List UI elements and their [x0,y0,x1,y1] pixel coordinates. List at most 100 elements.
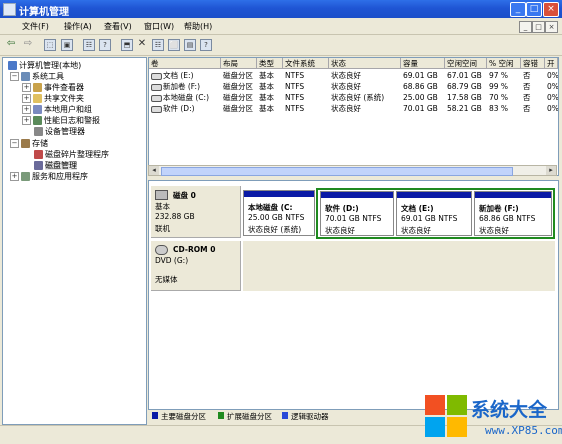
column-header-percent-free[interactable]: % 空闲 [487,58,521,69]
disk-name: 磁盘 0 [173,191,196,200]
open-icon[interactable]: ⬜ [168,39,180,51]
disk-size: 232.88 GB [155,212,195,221]
column-header-volume[interactable]: 卷 [149,58,221,69]
menu-help[interactable]: 帮助(H) [184,21,212,32]
disk-0-label[interactable]: 磁盘 0 基本 232.88 GB 联机 [151,186,241,238]
cell-filesystem: NTFS [285,71,305,80]
tree-item-performance-logs[interactable]: + 性能日志和警报 [22,115,100,125]
tree-item-event-viewer[interactable]: + 事件查看器 [22,82,84,92]
properties-icon[interactable]: ☷ [152,39,164,51]
close-button[interactable]: × [543,2,559,17]
back-arrow-icon[interactable]: ⇦ [5,38,17,50]
expand-icon[interactable]: + [22,105,31,114]
cdrom-0-label[interactable]: CD-ROM 0 DVD (G:) 无媒体 [151,241,241,291]
partition-d[interactable]: 软件 (D:) 70.01 GB NTFS 状态良好 [320,191,394,236]
tree-item-services-applications[interactable]: + 服务和应用程序 [10,171,88,181]
mdi-minimize-button[interactable]: _ [519,21,532,33]
cell-type: 基本 [259,93,274,102]
partition-name: 新加卷 (F:) [479,204,519,213]
forward-arrow-icon[interactable]: ⇨ [22,38,34,50]
partition-f[interactable]: 新加卷 (F:) 68.86 GB NTFS 状态良好 [474,191,552,236]
collapse-icon[interactable]: − [10,72,19,81]
window-title: 计算机管理 [19,7,69,18]
computer-icon [8,61,17,70]
cdrom-name: CD-ROM 0 [173,245,216,254]
logo-tile-red [425,395,445,415]
cell-type: 基本 [259,71,274,80]
column-header-status[interactable]: 状态 [329,58,401,69]
extended-partition-swatch [218,412,224,419]
expand-icon[interactable]: + [10,172,19,181]
tree-item-disk-management[interactable]: 磁盘管理 [32,160,77,170]
mdi-close-button[interactable]: × [545,21,558,33]
properties-icon[interactable]: ☷ [83,39,95,51]
tree-item-computer-management[interactable]: 计算机管理(本地) [6,60,81,70]
cell-status: 状态良好 [331,82,361,91]
mdi-restore-button[interactable]: □ [532,21,545,33]
partition-size: 25.00 GB NTFS [248,213,305,222]
device-manager-icon [34,127,43,136]
console-tree-icon[interactable]: ▣ [61,39,73,51]
cell-layout: 磁盘分区 [223,71,253,80]
column-header-layout[interactable]: 布局 [221,58,257,69]
collapse-icon[interactable]: − [10,139,19,148]
users-icon [33,105,42,114]
scroll-right-icon[interactable]: ▸ [546,166,556,175]
tree-item-local-users-groups[interactable]: + 本地用户和组 [22,104,92,114]
menu-view[interactable]: 查看(V) [104,21,132,32]
horizontal-scrollbar[interactable]: ◂ ▸ [148,165,557,176]
tree-item-device-manager[interactable]: 设备管理器 [32,126,85,136]
cell-layout: 磁盘分区 [223,93,253,102]
tree-item-shared-folders[interactable]: + 共享文件夹 [22,93,84,103]
cell-status: 状态良好 (系统) [331,93,385,102]
delete-icon[interactable]: ✕ [136,38,148,50]
up-folder-icon[interactable]: ⬚ [44,39,56,51]
partition-e[interactable]: 文档 (E:) 69.01 GB NTFS 状态良好 [396,191,472,236]
column-header-type[interactable]: 类型 [257,58,283,69]
export-icon[interactable]: ⬒ [121,39,133,51]
partition-state: 状态良好 (系统) [248,225,302,234]
column-header-overhead[interactable]: 开 [545,58,558,69]
tree-item-system-tools[interactable]: − 系统工具 [10,71,64,81]
partition-c[interactable]: 本地磁盘 (C: 25.00 GB NTFS 状态良好 (系统) [243,190,315,236]
partition-size: 68.86 GB NTFS [479,214,536,223]
partition-size: 70.01 GB NTFS [325,214,382,223]
cell-overhead: 0% [547,82,558,91]
menu-action[interactable]: 操作(A) [64,21,92,32]
help-icon[interactable]: ? [99,39,111,51]
column-header-fault-tolerance[interactable]: 容错 [521,58,545,69]
tree-item-storage[interactable]: − 存储 [10,138,48,148]
system-tools-icon [21,72,30,81]
tree-item-disk-defragmenter[interactable]: 磁盘碎片整理程序 [32,149,109,159]
minimize-button[interactable]: _ [510,2,526,17]
save-icon[interactable]: ▤ [184,39,196,51]
column-header-filesystem[interactable]: 文件系统 [283,58,329,69]
column-header-free-space[interactable]: 空闲空间 [445,58,487,69]
cdrom-empty-area[interactable] [243,241,555,291]
expand-icon[interactable]: + [22,94,31,103]
cell-status: 状态良好 [331,71,361,80]
cell-fault-tolerance: 否 [523,104,531,113]
partition-name: 本地磁盘 (C: [248,203,293,212]
cell-capacity: 70.01 GB [403,104,438,113]
scroll-left-icon[interactable]: ◂ [149,166,159,175]
disk-type: 基本 [155,202,170,211]
computer-management-icon [3,3,16,16]
drive-icon [151,83,162,91]
maximize-button[interactable]: □ [526,2,542,17]
menu-window[interactable]: 窗口(W) [144,21,174,32]
expand-icon[interactable]: + [22,116,31,125]
menu-file[interactable]: 文件(F) [22,21,49,32]
expand-icon[interactable]: + [22,83,31,92]
scrollbar-thumb[interactable] [161,167,513,176]
column-header-capacity[interactable]: 容量 [401,58,445,69]
cell-volume: 软件 (D:) [149,104,221,114]
partition-name: 软件 (D:) [325,204,359,213]
title-bar: 计算机管理 _ □ × [0,0,562,18]
cell-capacity: 68.86 GB [403,82,438,91]
legend-logical-drive: 逻辑驱动器 [291,412,329,421]
help-icon[interactable]: ? [200,39,212,51]
cell-fault-tolerance: 否 [523,82,531,91]
cell-percent-free: 83 % [489,104,509,113]
volume-list: 卷 布局 类型 文件系统 状态 容量 空闲空间 % 空闲 容错 开 文档 (E:… [148,57,559,176]
